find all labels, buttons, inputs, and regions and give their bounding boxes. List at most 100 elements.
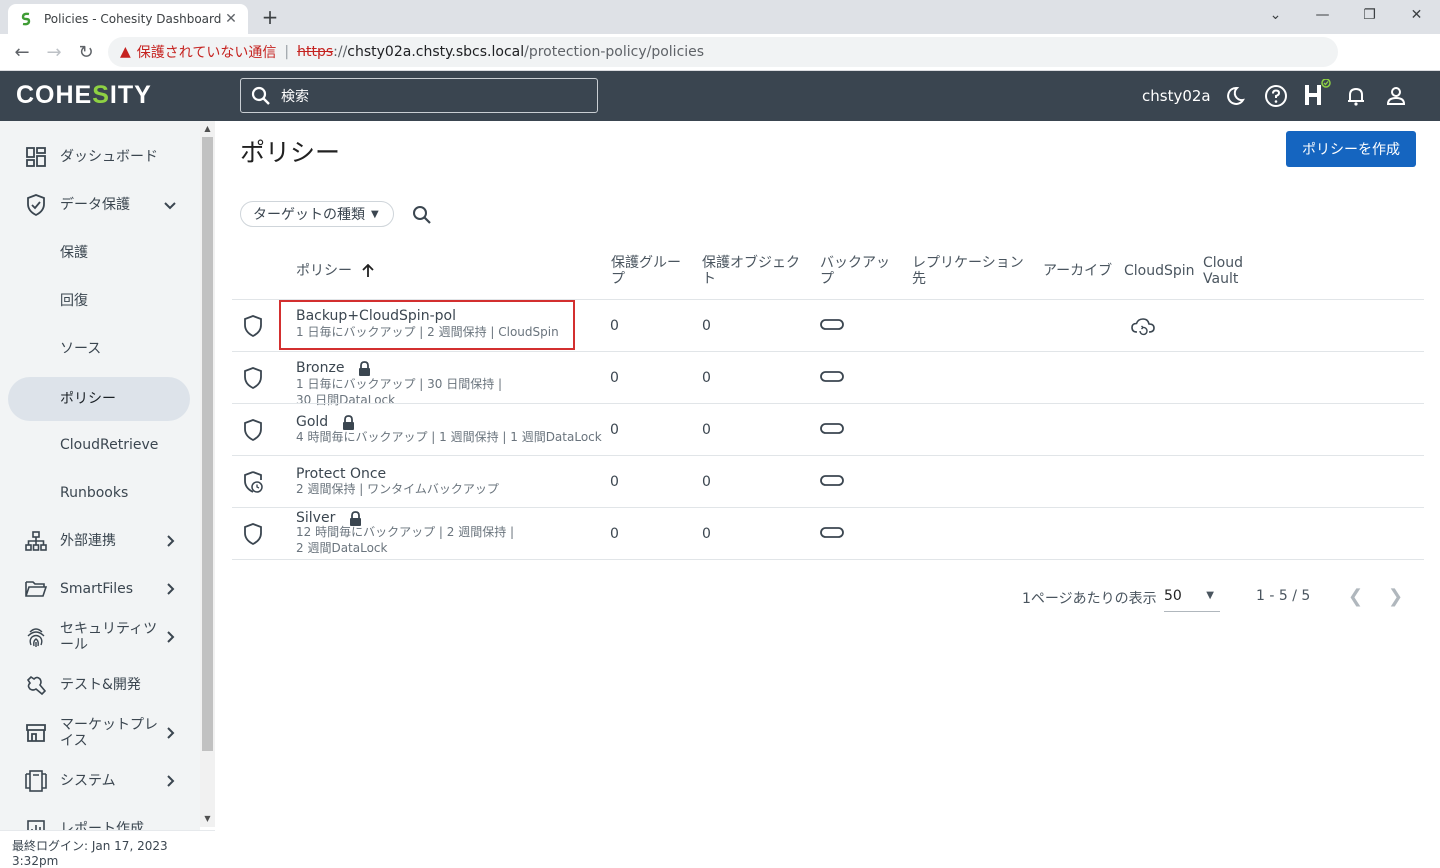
sidebar-item-label-line2: ール <box>60 637 88 653</box>
page-title: ポリシー <box>240 138 341 167</box>
column-header-backup[interactable]: バックアップ <box>820 255 890 287</box>
sidebar-item-system[interactable]: システム <box>0 759 200 803</box>
sidebar-item-sources[interactable]: ソース <box>0 327 200 371</box>
policy-name[interactable]: Protect Once <box>296 466 386 482</box>
close-window-icon[interactable]: ✕ <box>1393 0 1440 30</box>
column-header-protection-groups[interactable]: 保護グループ <box>611 255 681 287</box>
column-header-label: 保護グルー <box>611 255 681 271</box>
sidebar-item-marketplace[interactable]: マーケットプレ イス <box>0 711 200 755</box>
sidebar-item-cloudretrieve[interactable]: CloudRetrieve <box>0 423 200 467</box>
next-page-icon[interactable]: ❯ <box>1388 588 1408 608</box>
scroll-down-arrow-icon[interactable]: ▼ <box>200 811 215 827</box>
sidebar-item-integrations[interactable]: 外部連携 <box>0 519 200 563</box>
policy-name-text: Protect Once <box>296 466 387 482</box>
sidebar-item-label-wrap: マーケットプレ イス <box>60 717 158 749</box>
wrench-icon <box>24 673 48 697</box>
chevron-right-icon[interactable] <box>162 773 178 789</box>
column-header-cloud-vault[interactable]: Cloud Vault <box>1203 255 1243 287</box>
url-host: chsty02a.chsty.sbcs.local <box>347 44 525 60</box>
logo-text-left: COHE <box>16 81 93 109</box>
policy-description: 12 時間毎にバックアップ | 2 週間保持 | 2 週間DataLock <box>296 524 616 556</box>
column-header-cloudspin[interactable]: CloudSpin <box>1124 263 1195 279</box>
reload-icon[interactable]: ↻ <box>70 36 102 68</box>
dark-mode-moon-icon[interactable] <box>1222 83 1248 109</box>
browser-tab[interactable]: Policies - Cohesity Dashboard ✕ <box>8 4 248 34</box>
sidebar-item-dashboard[interactable]: ダッシュボード <box>0 135 200 179</box>
global-search-input[interactable]: 検索 <box>240 78 598 113</box>
close-tab-icon[interactable]: ✕ <box>224 12 238 26</box>
minimize-icon[interactable]: — <box>1299 0 1346 30</box>
user-account-icon[interactable] <box>1383 83 1409 109</box>
chevron-right-icon[interactable] <box>162 725 178 741</box>
sidebar-item-security-tools[interactable]: セキュリティツ ール <box>0 615 200 659</box>
protected-objects-count: 0 <box>702 318 711 334</box>
sidebar-item-label: テスト&開発 <box>60 677 141 693</box>
table-bottom-border <box>232 559 1424 560</box>
restore-icon[interactable]: ❐ <box>1346 0 1393 30</box>
sidebar-item-recovery[interactable]: 回復 <box>0 279 200 323</box>
create-policy-button[interactable]: ポリシーを作成 <box>1286 131 1416 167</box>
window-controls: ⌄ — ❐ ✕ <box>1252 0 1440 30</box>
policy-name[interactable]: Gold <box>296 414 355 430</box>
logo-text-accent: S <box>92 81 110 109</box>
sidebar-item-test-dev[interactable]: テスト&開発 <box>0 663 200 707</box>
sidebar-item-label: 外部連携 <box>60 533 116 549</box>
cluster-name[interactable]: chsty02a <box>1142 87 1211 105</box>
store-icon <box>24 721 48 745</box>
sidebar-item-label: Runbooks <box>60 485 129 501</box>
policy-description-line1: 12 時間毎にバックアップ | 2 週間保持 | <box>296 525 515 539</box>
table-row[interactable]: Silver 12 時間毎にバックアップ | 2 週間保持 | 2 週間DataL… <box>232 507 1424 559</box>
column-header-replication[interactable]: レプリケーション先 <box>912 255 1024 287</box>
chevron-right-icon[interactable] <box>162 581 178 597</box>
sidebar-item-policies[interactable]: ポリシー <box>8 377 190 421</box>
protection-groups-count: 0 <box>610 422 619 438</box>
chevron-down-icon[interactable] <box>162 197 178 213</box>
help-icon[interactable] <box>1263 83 1289 109</box>
policy-description-line2: 2 週間DataLock <box>296 541 388 555</box>
sidebar-scrollbar-thumb[interactable] <box>202 137 213 751</box>
column-header-archive[interactable]: アーカイブ <box>1043 263 1112 279</box>
table-row[interactable]: Gold 4 時間毎にバックアップ | 1 週間保持 | 1 週間DataLoc… <box>232 403 1424 455</box>
column-header-policy[interactable]: ポリシー <box>296 263 374 279</box>
cohesity-logo[interactable]: COHESITY <box>16 81 152 110</box>
policy-name[interactable]: Bronze <box>296 360 371 376</box>
search-icon <box>251 86 270 105</box>
policy-description-line1: 1 日毎にバックアップ | 30 日間保持 | <box>296 377 503 391</box>
target-type-filter[interactable]: ターゲットの種類 ▼ <box>240 201 394 227</box>
sidebar-nav: ダッシュボード データ保護 保護 回復 ソース ポリシー CloudRetrie… <box>0 121 200 860</box>
chevron-right-icon[interactable] <box>162 533 178 549</box>
policy-description-line1: 4 時間毎にバックアップ | 1 週間保持 | 1 週間DataLock <box>296 430 602 444</box>
forward-icon[interactable]: → <box>38 36 70 68</box>
helios-icon[interactable] <box>1302 79 1334 107</box>
sidebar-item-protection[interactable]: 保護 <box>0 231 200 275</box>
items-per-page-label: 1ページあたりの表示 <box>1022 591 1157 607</box>
shield-icon <box>244 367 262 390</box>
sidebar-item-label-line2: イス <box>60 733 88 749</box>
sidebar-item-runbooks[interactable]: Runbooks <box>0 471 200 515</box>
chevron-right-icon[interactable] <box>162 629 178 645</box>
page-size-select[interactable]: 50 ▼ <box>1164 584 1220 612</box>
column-header-protected-objects[interactable]: 保護オブジェクト <box>702 255 800 287</box>
table-row[interactable]: Bronze 1 日毎にバックアップ | 30 日間保持 | 30 日間DataL… <box>232 351 1424 407</box>
search-icon[interactable] <box>410 203 434 227</box>
sidebar-item-data-protection[interactable]: データ保護 <box>0 183 200 227</box>
sidebar-item-label: 保護 <box>60 245 88 261</box>
address-bar[interactable]: ▲ 保護されていない通信 | https :// chsty02a.chsty.… <box>108 37 1338 67</box>
new-tab-icon[interactable]: + <box>258 6 282 30</box>
server-icon <box>24 769 48 793</box>
previous-page-icon[interactable]: ❮ <box>1348 588 1368 608</box>
column-header-label: バックアッ <box>820 255 890 271</box>
scroll-up-arrow-icon[interactable]: ▲ <box>200 121 215 137</box>
warning-icon: ▲ <box>120 44 131 60</box>
column-header-label-line2: プ <box>820 271 834 287</box>
table-row[interactable]: Protect Once 2 週間保持 | ワンタイムバックアップ 0 0 <box>232 455 1424 507</box>
lock-icon <box>359 360 371 376</box>
back-icon[interactable]: ← <box>6 36 38 68</box>
column-header-label: レプリケーション <box>912 255 1024 271</box>
security-warning[interactable]: 保護されていない通信 <box>137 42 277 62</box>
sort-arrow-up-icon <box>362 264 374 277</box>
protected-objects-count: 0 <box>702 526 711 542</box>
tab-search-icon[interactable]: ⌄ <box>1252 0 1299 30</box>
sidebar-item-smartfiles[interactable]: SmartFiles <box>0 567 200 611</box>
notifications-bell-icon[interactable] <box>1343 83 1369 109</box>
